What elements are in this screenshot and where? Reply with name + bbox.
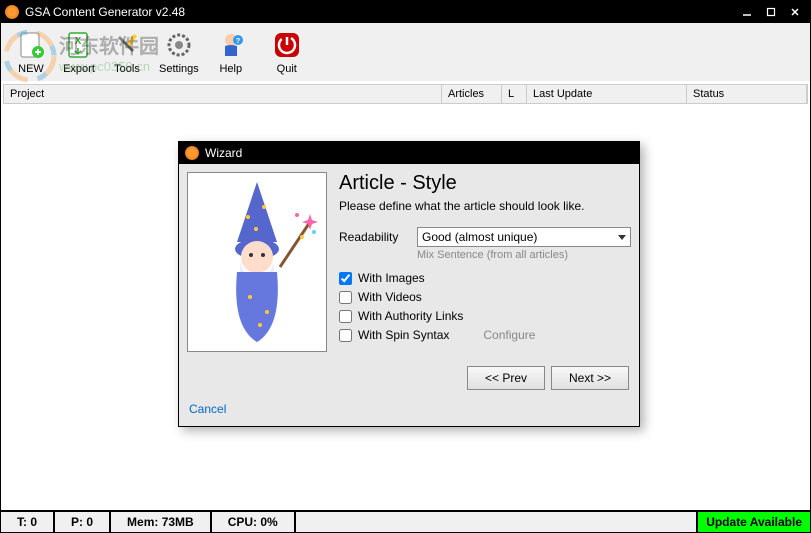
window-title: GSA Content Generator v2.48 bbox=[25, 5, 736, 19]
help-label: Help bbox=[219, 63, 242, 75]
wizard-icon bbox=[185, 146, 199, 160]
with-images-label: With Images bbox=[358, 271, 425, 285]
col-project[interactable]: Project bbox=[4, 85, 442, 103]
wizard-dialog: Wizard bbox=[178, 141, 640, 427]
cancel-link[interactable]: Cancel bbox=[189, 402, 226, 416]
tools-icon bbox=[111, 29, 143, 61]
statusbar: T: 0 P: 0 Mem: 73MB CPU: 0% Update Avail… bbox=[1, 510, 810, 532]
export-label: Export bbox=[63, 63, 95, 75]
with-spin-checkbox[interactable] bbox=[339, 329, 352, 342]
settings-button[interactable]: Settings bbox=[151, 27, 207, 77]
wizard-image bbox=[187, 172, 327, 352]
titlebar: GSA Content Generator v2.48 bbox=[1, 1, 810, 23]
new-icon bbox=[15, 29, 47, 61]
svg-text:X: X bbox=[75, 36, 82, 47]
col-lastupdate[interactable]: Last Update bbox=[527, 85, 687, 103]
next-button[interactable]: Next >> bbox=[551, 366, 629, 390]
minimize-button[interactable] bbox=[736, 4, 758, 20]
quit-button[interactable]: Quit bbox=[263, 27, 311, 77]
with-authority-checkbox[interactable] bbox=[339, 310, 352, 323]
wizard-buttons: << Prev Next >> bbox=[179, 360, 639, 396]
update-available[interactable]: Update Available bbox=[698, 512, 810, 532]
tools-label: Tools bbox=[114, 63, 140, 75]
toolbar: 河东软件园 www.pc0359.cn NEW X Export Tools bbox=[1, 23, 810, 82]
readability-select[interactable]: Good (almost unique) bbox=[417, 227, 631, 247]
with-images-checkbox[interactable] bbox=[339, 272, 352, 285]
wizard-titlebar: Wizard bbox=[179, 142, 639, 164]
with-spin-label: With Spin Syntax bbox=[358, 328, 449, 342]
help-button[interactable]: ? Help bbox=[207, 27, 255, 77]
app-icon bbox=[5, 5, 19, 19]
wizard-subtitle: Please define what the article should lo… bbox=[339, 199, 631, 213]
help-icon: ? bbox=[215, 29, 247, 61]
new-label: NEW bbox=[18, 63, 44, 75]
with-authority-check[interactable]: With Authority Links bbox=[339, 309, 631, 323]
new-button[interactable]: NEW bbox=[7, 27, 55, 77]
col-status[interactable]: Status bbox=[687, 85, 807, 103]
close-icon bbox=[790, 7, 800, 17]
svg-text:?: ? bbox=[236, 38, 240, 45]
readability-hint: Mix Sentence (from all articles) bbox=[417, 249, 631, 261]
with-images-check[interactable]: With Images bbox=[339, 271, 631, 285]
status-cpu: CPU: 0% bbox=[212, 512, 296, 532]
window-controls bbox=[736, 4, 806, 20]
quit-label: Quit bbox=[277, 63, 297, 75]
col-articles[interactable]: Articles bbox=[442, 85, 502, 103]
status-p: P: 0 bbox=[55, 512, 111, 532]
project-table-header: Project Articles L Last Update Status bbox=[3, 84, 808, 104]
prev-button[interactable]: << Prev bbox=[467, 366, 545, 390]
with-spin-check[interactable]: With Spin Syntax Configure bbox=[339, 328, 631, 342]
settings-label: Settings bbox=[159, 63, 199, 75]
col-l[interactable]: L bbox=[502, 85, 527, 103]
status-mem: Mem: 73MB bbox=[111, 512, 212, 532]
export-icon: X bbox=[63, 29, 95, 61]
content-area: Wizard bbox=[1, 106, 810, 510]
status-t: T: 0 bbox=[1, 512, 55, 532]
tools-button[interactable]: Tools bbox=[103, 27, 151, 77]
quit-icon bbox=[271, 29, 303, 61]
maximize-button[interactable] bbox=[760, 4, 782, 20]
minimize-icon bbox=[742, 7, 752, 17]
settings-icon bbox=[163, 29, 195, 61]
readability-value: Good (almost unique) bbox=[422, 230, 537, 244]
configure-link: Configure bbox=[483, 328, 535, 342]
close-button[interactable] bbox=[784, 4, 806, 20]
status-spacer bbox=[296, 512, 698, 532]
with-authority-label: With Authority Links bbox=[358, 309, 463, 323]
wizard-title-text: Wizard bbox=[205, 146, 242, 160]
chevron-down-icon bbox=[618, 235, 626, 240]
with-videos-checkbox[interactable] bbox=[339, 291, 352, 304]
readability-label: Readability bbox=[339, 230, 417, 244]
export-button[interactable]: X Export bbox=[55, 27, 103, 77]
maximize-icon bbox=[766, 7, 776, 17]
wizard-heading: Article - Style bbox=[339, 172, 631, 195]
main-window: GSA Content Generator v2.48 河东软件园 www.pc… bbox=[0, 0, 811, 533]
with-videos-check[interactable]: With Videos bbox=[339, 290, 631, 304]
wizard-footer: Cancel bbox=[179, 396, 639, 426]
wizard-body: Article - Style Please define what the a… bbox=[179, 164, 639, 360]
with-videos-label: With Videos bbox=[358, 290, 422, 304]
wizard-form: Article - Style Please define what the a… bbox=[339, 172, 631, 352]
readability-row: Readability Good (almost unique) bbox=[339, 227, 631, 247]
